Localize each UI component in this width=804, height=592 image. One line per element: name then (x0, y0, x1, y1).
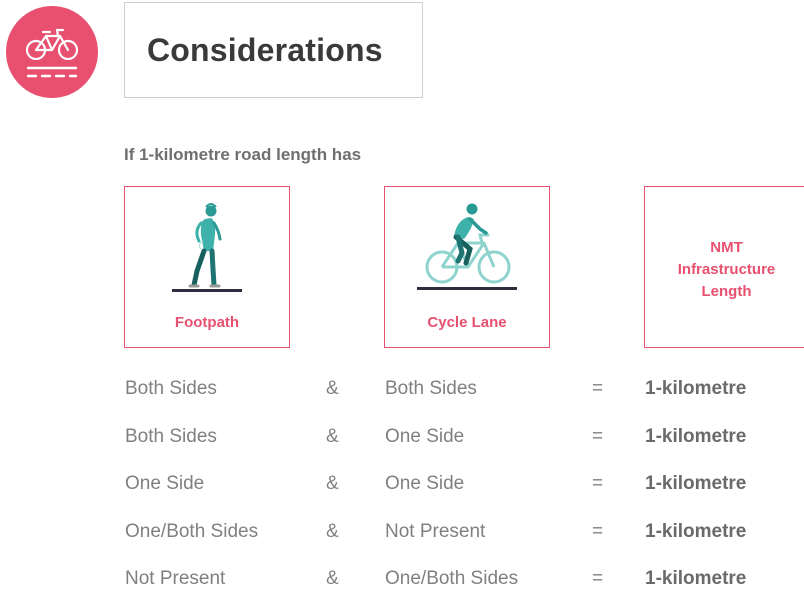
and-operator: & (326, 473, 339, 494)
footpath-value: Both Sides (125, 426, 217, 447)
pedestrian-icon (172, 203, 242, 292)
cycle-lane-value: One Side (385, 473, 465, 494)
and-operator: & (326, 568, 339, 589)
and-operator: & (326, 378, 339, 399)
cycle-lane-value: One/Both Sides (385, 568, 519, 589)
page-title: Considerations (147, 31, 383, 68)
and-operator: & (326, 426, 339, 447)
footpath-value: One Side (125, 473, 205, 494)
combination-row: Both Sides & One Side = 1-kilometre (0, 426, 804, 456)
nmt-infrastructure-card: NMT Infrastructure Length (644, 186, 804, 348)
combination-row: Not Present & One/Both Sides = 1-kilomet… (0, 568, 804, 592)
combination-row: One/Both Sides & Not Present = 1-kilomet… (0, 521, 804, 551)
logo-badge (6, 6, 98, 98)
result-value: 1-kilometre (645, 378, 747, 399)
nmt-label-line: Length (701, 283, 752, 300)
slide: Considerations If 1-kilometre road lengt… (0, 0, 804, 592)
footpath-value: Both Sides (125, 378, 217, 399)
nmt-label-line: Infrastructure (677, 261, 776, 278)
subtitle: If 1-kilometre road length has (124, 145, 362, 164)
equals-operator: = (592, 568, 604, 589)
cyclist-icon (417, 203, 517, 290)
bicycle-icon (25, 28, 79, 78)
equals-operator: = (592, 426, 604, 447)
cycle-lane-label: Cycle Lane (427, 314, 507, 331)
footpath-value: Not Present (125, 568, 226, 589)
result-value: 1-kilometre (645, 426, 747, 447)
nmt-infrastructure-label: NMT Infrastructure Length (645, 237, 804, 303)
title-box: Considerations (124, 2, 423, 98)
cycle-lane-card: Cycle Lane (384, 186, 550, 348)
equals-operator: = (592, 521, 604, 542)
nmt-label-line: NMT (710, 239, 743, 256)
equals-operator: = (592, 473, 604, 494)
cycle-lane-value: Both Sides (385, 378, 477, 399)
cycle-lane-value: Not Present (385, 521, 486, 542)
and-operator: & (326, 521, 339, 542)
result-value: 1-kilometre (645, 473, 747, 494)
combination-row: Both Sides & Both Sides = 1-kilometre (0, 378, 804, 408)
footpath-value: One/Both Sides (125, 521, 259, 542)
footpath-card: Footpath (124, 186, 290, 348)
combination-row: One Side & One Side = 1-kilometre (0, 473, 804, 503)
equals-operator: = (592, 378, 604, 399)
result-value: 1-kilometre (645, 521, 747, 542)
cycle-lane-value: One Side (385, 426, 465, 447)
footpath-label: Footpath (174, 314, 240, 331)
result-value: 1-kilometre (645, 568, 747, 589)
